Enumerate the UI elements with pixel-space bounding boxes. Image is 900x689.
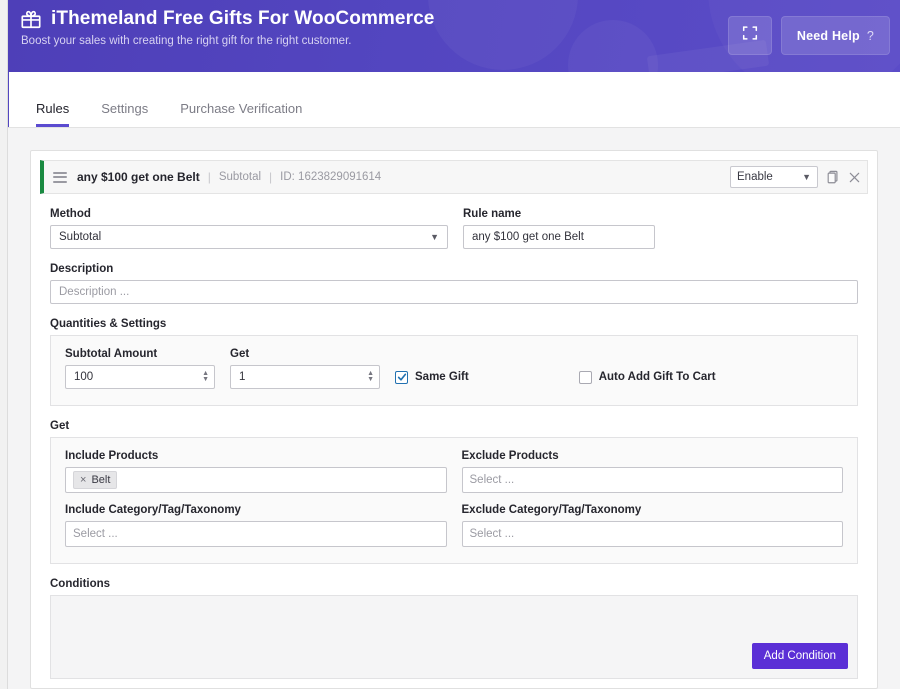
rule-body: Method Subtotal ▼ Rule name any $100 get… — [40, 194, 868, 679]
taxonomy-row: Include Category/Tag/Taxonomy Select ...… — [65, 504, 843, 547]
chevron-down-icon: ▼ — [430, 232, 439, 242]
rule-card: any $100 get one Belt | Subtotal | ID: 1… — [30, 150, 878, 689]
get-section-title: Get — [50, 420, 858, 432]
checkbox-box — [395, 371, 408, 384]
include-products-select[interactable]: × Belt — [65, 467, 447, 493]
description-input[interactable]: Description ... — [50, 280, 858, 304]
method-value: Subtotal — [59, 231, 101, 243]
copy-icon[interactable] — [826, 170, 840, 185]
method-field-group: Method Subtotal ▼ — [50, 208, 448, 249]
same-gift-checkbox[interactable]: Same Gift — [395, 365, 469, 389]
exclude-products-placeholder: Select ... — [470, 474, 515, 486]
products-row: Include Products × Belt Exclude Products — [65, 450, 843, 493]
banner-decoration — [428, 0, 578, 70]
chip-label: Belt — [91, 474, 110, 486]
banner-actions: Need Help ? — [728, 16, 890, 55]
include-products-group: Include Products × Belt — [65, 450, 447, 493]
get-quantity-group: Get 1 ▲▼ — [230, 348, 380, 389]
conditions-title: Conditions — [50, 578, 858, 590]
tab-purchase-verification[interactable]: Purchase Verification — [180, 101, 302, 127]
quantities-section: Quantities & Settings Subtotal Amount 10… — [50, 318, 858, 406]
wp-admin-left-strip — [0, 0, 8, 689]
add-condition-button[interactable]: Add Condition — [752, 643, 848, 669]
number-stepper[interactable]: ▲▼ — [202, 371, 209, 383]
subtotal-amount-input[interactable]: 100 ▲▼ — [65, 365, 215, 389]
include-taxonomy-group: Include Category/Tag/Taxonomy Select ... — [65, 504, 447, 547]
rule-status-select[interactable]: Enable ▼ — [730, 166, 818, 188]
tab-label: Rules — [36, 101, 69, 116]
tab-label: Purchase Verification — [180, 101, 302, 116]
chevron-down-icon: ▼ — [802, 172, 811, 182]
auto-add-gift-label: Auto Add Gift To Cart — [599, 371, 716, 383]
get-panel: Include Products × Belt Exclude Products — [50, 437, 858, 564]
description-field-group: Description Description ... — [50, 263, 858, 304]
tab-rules[interactable]: Rules — [36, 101, 69, 127]
quantities-panel: Subtotal Amount 100 ▲▼ Get 1 ▲▼ — [50, 335, 858, 406]
rule-name-input[interactable]: any $100 get one Belt — [463, 225, 655, 249]
app-title: iThemeland Free Gifts For WooCommerce — [51, 8, 434, 30]
rule-header: any $100 get one Belt | Subtotal | ID: 1… — [40, 160, 868, 194]
brand-block: iThemeland Free Gifts For WooCommerce Bo… — [20, 8, 434, 47]
method-label: Method — [50, 208, 448, 220]
rule-status-value: Enable — [737, 171, 773, 183]
include-taxonomy-select[interactable]: Select ... — [65, 521, 447, 547]
plugin-app: iThemeland Free Gifts For WooCommerce Bo… — [8, 0, 900, 689]
description-placeholder: Description ... — [59, 286, 129, 298]
number-stepper[interactable]: ▲▼ — [367, 371, 374, 383]
quantities-row: Subtotal Amount 100 ▲▼ Get 1 ▲▼ — [65, 348, 843, 389]
exclude-taxonomy-group: Exclude Category/Tag/Taxonomy Select ... — [462, 504, 844, 547]
checkbox-box — [579, 371, 592, 384]
question-mark-icon: ? — [867, 29, 874, 43]
need-help-button[interactable]: Need Help ? — [781, 16, 890, 55]
get-quantity-input[interactable]: 1 ▲▼ — [230, 365, 380, 389]
need-help-label: Need Help — [797, 29, 860, 43]
app-subtitle: Boost your sales with creating the right… — [21, 35, 434, 47]
get-section: Get Include Products × Belt — [50, 420, 858, 564]
exclude-products-group: Exclude Products Select ... — [462, 450, 844, 493]
conditions-panel: Add Condition — [50, 595, 858, 679]
fullscreen-button[interactable] — [728, 16, 772, 55]
chip-remove-icon[interactable]: × — [80, 474, 86, 486]
description-label: Description — [50, 263, 858, 275]
fullscreen-icon — [741, 24, 759, 47]
tab-bar: Rules Settings Purchase Verification — [8, 72, 900, 128]
exclude-products-label: Exclude Products — [462, 450, 844, 462]
subtotal-amount-value: 100 — [74, 371, 93, 383]
exclude-taxonomy-select[interactable]: Select ... — [462, 521, 844, 547]
subtotal-amount-group: Subtotal Amount 100 ▲▼ — [65, 348, 215, 389]
rule-name-label: Rule name — [463, 208, 655, 220]
rule-header-controls: Enable ▼ — [730, 161, 861, 193]
rule-name-value: any $100 get one Belt — [472, 231, 584, 243]
get-quantity-value: 1 — [239, 371, 245, 383]
close-icon[interactable] — [848, 171, 861, 184]
tab-label: Settings — [101, 101, 148, 116]
gift-icon — [20, 8, 42, 30]
get-quantity-label: Get — [230, 348, 380, 360]
exclude-taxonomy-placeholder: Select ... — [470, 528, 515, 540]
include-products-label: Include Products — [65, 450, 447, 462]
include-taxonomy-placeholder: Select ... — [73, 528, 118, 540]
method-select[interactable]: Subtotal ▼ — [50, 225, 448, 249]
banner-decoration — [568, 20, 658, 72]
product-chip[interactable]: × Belt — [73, 471, 117, 489]
method-rulename-row: Method Subtotal ▼ Rule name any $100 get… — [50, 208, 858, 249]
drag-handle-icon[interactable] — [53, 172, 67, 183]
tab-settings[interactable]: Settings — [101, 101, 148, 127]
exclude-taxonomy-label: Exclude Category/Tag/Taxonomy — [462, 504, 844, 516]
exclude-products-select[interactable]: Select ... — [462, 467, 844, 493]
include-taxonomy-label: Include Category/Tag/Taxonomy — [65, 504, 447, 516]
subtotal-amount-label: Subtotal Amount — [65, 348, 215, 360]
auto-add-gift-checkbox[interactable]: Auto Add Gift To Cart — [579, 365, 716, 389]
rule-separator: | — [269, 170, 272, 184]
rule-method-tag: Subtotal — [219, 171, 261, 183]
quantities-title: Quantities & Settings — [50, 318, 858, 330]
rule-id: ID: 1623829091614 — [280, 171, 381, 183]
same-gift-label: Same Gift — [415, 371, 469, 383]
rule-separator: | — [208, 170, 211, 184]
conditions-section: Conditions Add Condition — [50, 578, 858, 679]
rule-title: any $100 get one Belt — [77, 170, 200, 184]
app-banner: iThemeland Free Gifts For WooCommerce Bo… — [8, 0, 900, 72]
rule-name-field-group: Rule name any $100 get one Belt — [463, 208, 655, 249]
content-area: any $100 get one Belt | Subtotal | ID: 1… — [8, 128, 900, 689]
